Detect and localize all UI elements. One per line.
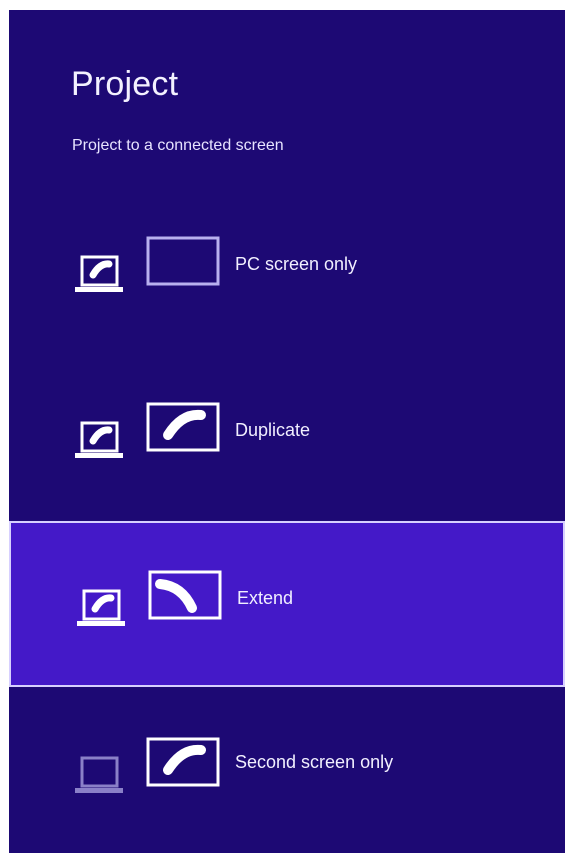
option-extend[interactable]: Extend: [9, 521, 565, 687]
option-pc-screen-only[interactable]: PC screen only: [9, 191, 565, 357]
option-label: Extend: [237, 588, 294, 608]
option-label: PC screen only: [235, 254, 358, 274]
page-subtitle: Project to a connected screen: [72, 137, 284, 154]
page-title: Project: [71, 65, 179, 103]
duplicate-icon: [75, 402, 220, 458]
option-duplicate[interactable]: Duplicate: [9, 357, 565, 523]
extend-icon: [77, 570, 222, 626]
option-second-screen-only[interactable]: Second screen only: [9, 687, 565, 853]
project-pane: Project Project to a connected screen PC…: [9, 10, 565, 853]
second-screen-only-icon: [75, 737, 220, 793]
pc-screen-only-icon: [75, 236, 220, 292]
option-label: Duplicate: [235, 420, 311, 440]
option-label: Second screen only: [235, 752, 394, 772]
